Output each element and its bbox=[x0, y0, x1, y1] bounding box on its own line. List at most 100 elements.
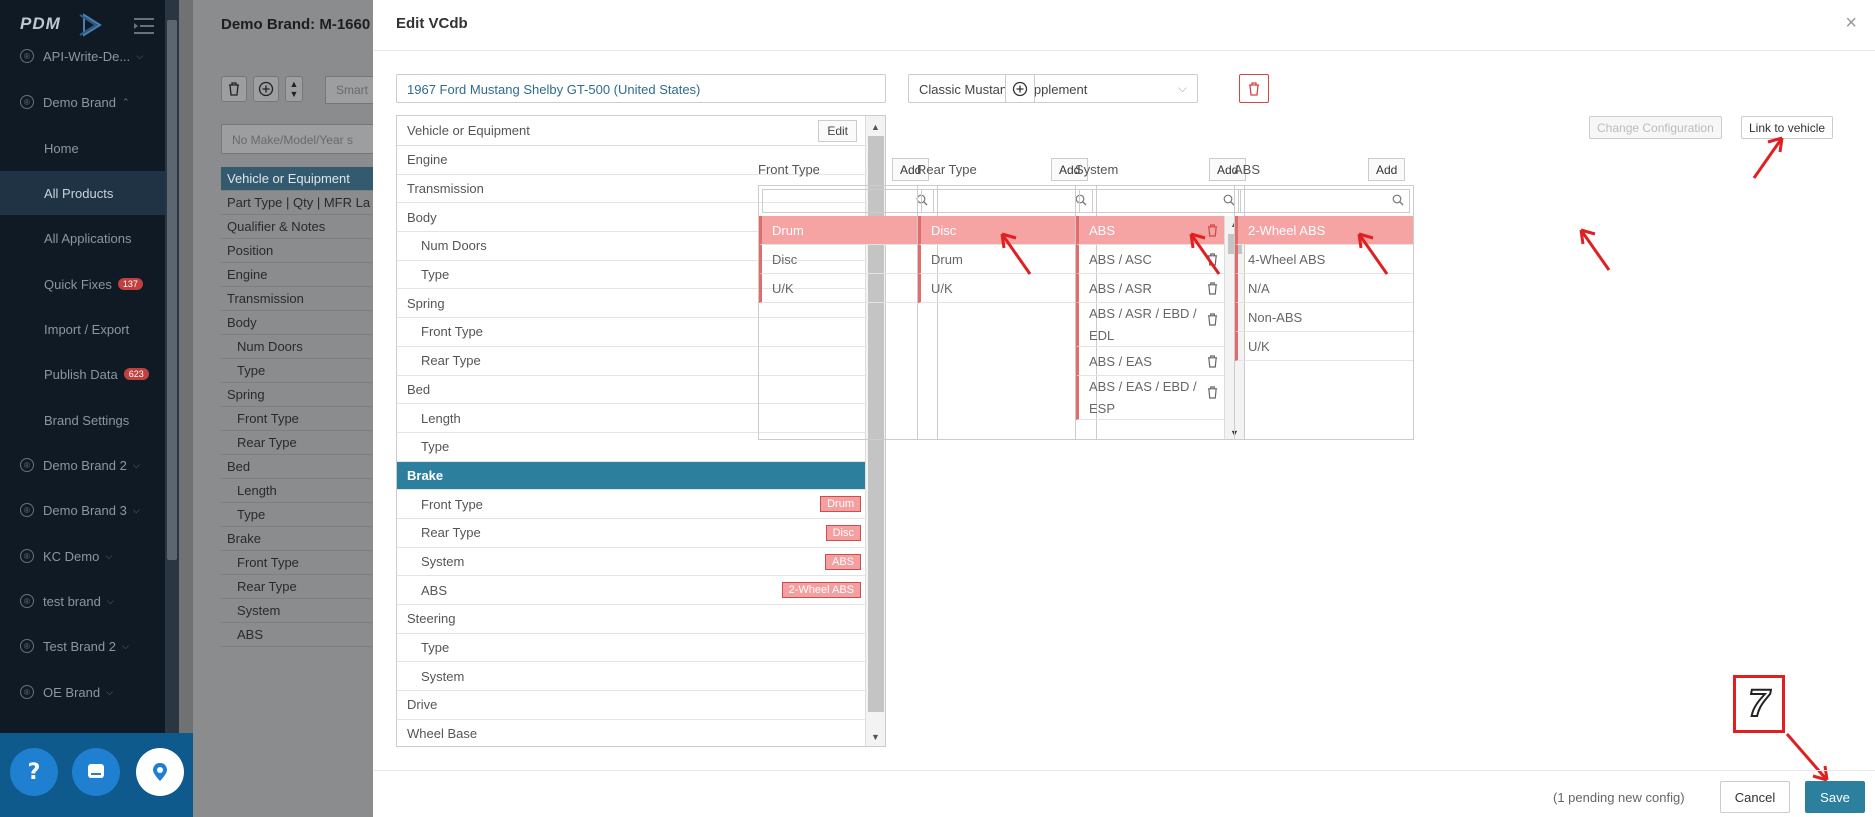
value-option[interactable]: Drum bbox=[759, 216, 937, 245]
value-option-label: U/K bbox=[1248, 338, 1270, 354]
sidebar-item[interactable]: Import / Export bbox=[0, 307, 165, 351]
chat-button[interactable] bbox=[72, 748, 120, 796]
annotation-arrow bbox=[1785, 733, 1829, 782]
sidebar: PDM ® API-Write-De... ⌵ ® Demo Brand ⌃ Home All… bbox=[0, 0, 165, 817]
sidebar-scrollbar[interactable] bbox=[165, 0, 179, 817]
tree-row-label: ABS bbox=[421, 582, 448, 598]
tree-row[interactable]: Steering bbox=[397, 605, 867, 634]
sidebar-item[interactable]: ® Test Brand 2 ⌵ bbox=[0, 624, 165, 668]
config-select[interactable]: Classic Mustang Supplement ⌵ bbox=[908, 74, 1198, 103]
delete-button[interactable] bbox=[221, 76, 247, 102]
sidebar-item[interactable]: ® API-Write-De... ⌵ bbox=[0, 34, 165, 78]
edit-button[interactable]: Edit bbox=[818, 120, 857, 142]
value-search-input[interactable] bbox=[1238, 189, 1410, 213]
tree-row[interactable]: Brake bbox=[397, 461, 867, 491]
value-option-label: U/K bbox=[772, 280, 794, 296]
value-option[interactable]: U/K bbox=[759, 274, 937, 303]
sidebar-item[interactable]: All Products bbox=[0, 171, 165, 215]
sidebar-item[interactable]: All Applications bbox=[0, 216, 165, 260]
background-tree-row: System bbox=[221, 599, 381, 623]
chevron-down-icon: ⌵ bbox=[106, 595, 114, 606]
delete-config-button[interactable] bbox=[1239, 74, 1269, 103]
sidebar-item[interactable]: ® Demo Brand 2 ⌵ bbox=[0, 443, 165, 487]
value-option[interactable]: Non-ABS bbox=[1235, 303, 1413, 332]
selected-value-tag: ABS bbox=[824, 553, 861, 570]
tree-row[interactable]: Wheel Base bbox=[397, 720, 867, 746]
value-option[interactable]: ABS / EAS / EBD / ESP bbox=[1076, 376, 1244, 420]
sidebar-item[interactable]: ® OE Brand ⌵ bbox=[0, 670, 165, 714]
value-search-input[interactable] bbox=[921, 189, 1093, 213]
value-option-label: Disc bbox=[931, 222, 957, 238]
sidebar-item-label: Quick Fixes bbox=[44, 276, 112, 292]
close-icon[interactable]: × bbox=[1845, 12, 1857, 35]
tree-row-label: Front Type bbox=[421, 324, 483, 340]
trash-icon bbox=[1207, 355, 1218, 368]
brand-icon: ® bbox=[20, 639, 34, 653]
config-select-value: Classic Mustang Supplement bbox=[919, 82, 1088, 97]
tree-row[interactable]: Rear Type Disc bbox=[397, 519, 867, 548]
divider bbox=[373, 770, 1875, 771]
add-value-button[interactable]: Add bbox=[1368, 158, 1406, 181]
cancel-button[interactable]: Cancel bbox=[1720, 781, 1790, 813]
tree-row-label: Bed bbox=[407, 381, 431, 397]
tree-row-label: Type bbox=[421, 439, 450, 455]
tree-row[interactable]: Type bbox=[397, 634, 867, 663]
sidebar-item[interactable]: ® test brand ⌵ bbox=[0, 579, 165, 623]
value-option[interactable]: ABS / ASR / EBD / EDL bbox=[1076, 303, 1244, 347]
sidebar-item[interactable]: Brand Settings bbox=[0, 398, 165, 442]
value-option[interactable]: Disc bbox=[759, 245, 937, 274]
delete-value-button[interactable] bbox=[1207, 311, 1218, 333]
selected-value-tag: Disc bbox=[825, 524, 861, 541]
tree-row[interactable]: ABS 2-Wheel ABS bbox=[397, 576, 867, 605]
add-config-button[interactable] bbox=[1005, 74, 1035, 103]
sidebar-item[interactable]: Home bbox=[0, 126, 165, 170]
tree-row[interactable]: System ABS bbox=[397, 548, 867, 577]
tree-row[interactable]: Drive bbox=[397, 691, 867, 720]
step-number-annotation: 7 bbox=[1733, 675, 1785, 733]
background-tree-row: Bed bbox=[221, 455, 381, 479]
tree-row[interactable]: System bbox=[397, 662, 867, 692]
page-title: Demo Brand: M-1660 bbox=[221, 16, 371, 33]
sidebar-item[interactable]: Publish Data 623 bbox=[0, 352, 165, 396]
menu-toggle-icon[interactable] bbox=[134, 17, 154, 35]
divider bbox=[373, 50, 1875, 51]
trash-icon bbox=[1249, 81, 1259, 96]
vehicle-input[interactable]: 1967 Ford Mustang Shelby GT-500 (United … bbox=[396, 74, 886, 103]
help-button[interactable]: ? bbox=[10, 748, 58, 796]
tree-row-label: Steering bbox=[407, 611, 456, 627]
tree-row-label: Drive bbox=[407, 697, 438, 713]
sidebar-item[interactable]: ® Demo Brand ⌃ bbox=[0, 80, 165, 124]
delete-value-button[interactable] bbox=[1207, 355, 1218, 371]
sidebar-item[interactable]: Quick Fixes 137 bbox=[0, 262, 165, 306]
background-tree-row: Front Type bbox=[221, 407, 381, 431]
column-label: Front Type bbox=[758, 162, 820, 177]
tree-row[interactable]: Front Type Drum bbox=[397, 490, 867, 519]
scroll-up-icon[interactable]: ▲ bbox=[871, 122, 880, 132]
trash-icon bbox=[229, 82, 239, 96]
value-option-label: ABS / ASR bbox=[1089, 280, 1152, 296]
save-button[interactable]: Save bbox=[1805, 781, 1865, 813]
add-button[interactable] bbox=[253, 76, 279, 102]
value-option-label: 2-Wheel ABS bbox=[1248, 222, 1326, 238]
scroll-down-icon[interactable]: ▼ bbox=[871, 732, 880, 742]
value-search-input[interactable] bbox=[762, 189, 934, 213]
chevron-down-icon: ⌵ bbox=[105, 550, 113, 561]
value-search-input[interactable] bbox=[1079, 189, 1241, 213]
sidebar-item[interactable]: ® Demo Brand 3 ⌵ bbox=[0, 488, 165, 532]
location-button[interactable] bbox=[136, 748, 184, 796]
value-option[interactable]: U/K bbox=[1235, 332, 1413, 361]
scrollbar-thumb[interactable] bbox=[167, 20, 177, 560]
delete-value-button[interactable] bbox=[1207, 282, 1218, 298]
trash-icon bbox=[1207, 313, 1218, 326]
delete-value-button[interactable] bbox=[1207, 384, 1218, 406]
change-configuration-button[interactable]: Change Configuration bbox=[1589, 116, 1722, 139]
sort-button[interactable]: ▲ ▼ bbox=[285, 76, 303, 102]
filter-input[interactable]: No Make/Model/Year s bbox=[221, 124, 381, 154]
value-option[interactable]: ABS / EAS bbox=[1076, 347, 1244, 376]
product-page-background: Demo Brand: M-1660 ▲ ▼ Smart No Make/Mode… bbox=[193, 0, 385, 817]
sidebar-item-label: Demo Brand 3 bbox=[43, 502, 127, 518]
background-tree-row: Engine bbox=[221, 263, 381, 287]
plus-circle-icon bbox=[258, 81, 274, 97]
sidebar-item[interactable]: ® KC Demo ⌵ bbox=[0, 534, 165, 578]
count-badge: 137 bbox=[117, 278, 143, 290]
